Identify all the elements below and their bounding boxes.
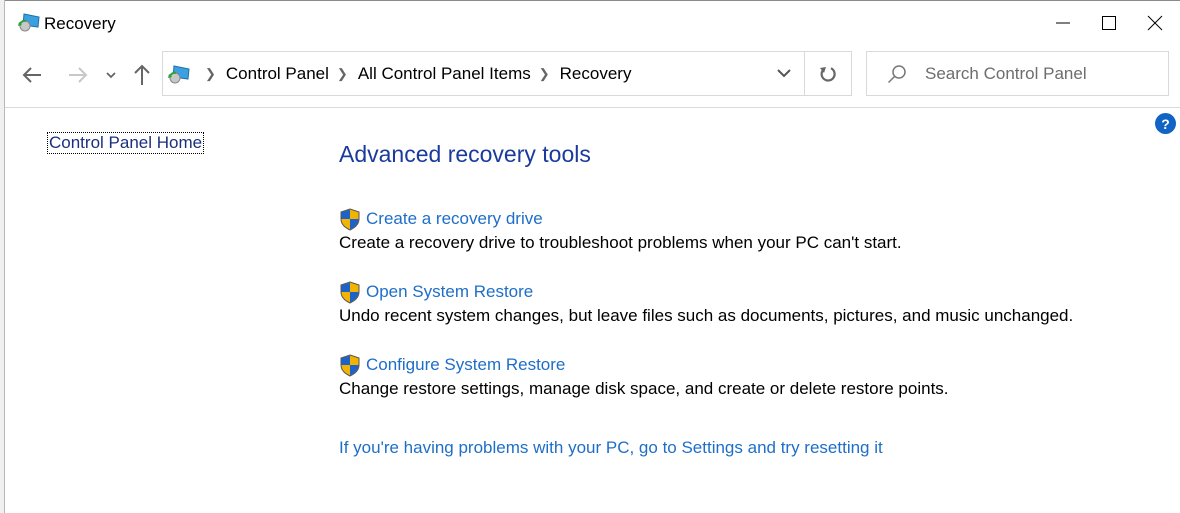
uac-shield-icon — [340, 353, 360, 377]
recovery-control-panel-icon — [18, 13, 40, 32]
breadcrumb-all-control-panel-items[interactable]: All Control Panel Items — [358, 64, 531, 84]
open-system-restore-link[interactable]: Open System Restore — [339, 280, 1073, 304]
window-title: Recovery — [44, 14, 116, 33]
breadcrumb-control-panel[interactable]: Control Panel — [226, 64, 329, 84]
navigation-bar: ❯ Control Panel ❯ All Control Panel Item… — [5, 45, 1180, 108]
refresh-button[interactable] — [804, 52, 851, 95]
task-link-label[interactable]: Configure System Restore — [366, 355, 565, 375]
address-history-button[interactable] — [764, 52, 804, 95]
breadcrumb-separator-icon[interactable]: ❯ — [205, 66, 216, 82]
task-description: Create a recovery drive to troubleshoot … — [339, 233, 902, 252]
breadcrumb-separator-icon[interactable]: ❯ — [539, 66, 550, 82]
task-link-label[interactable]: Create a recovery drive — [366, 209, 543, 229]
address-bar[interactable]: ❯ Control Panel ❯ All Control Panel Item… — [162, 51, 852, 96]
task-create-recovery-drive: Create a recovery drive Create a recover… — [339, 207, 902, 253]
help-button[interactable]: ? — [1155, 113, 1176, 134]
breadcrumb-separator-icon[interactable]: ❯ — [337, 66, 348, 82]
recovery-control-panel-icon — [168, 65, 190, 84]
chevron-down-icon — [777, 69, 791, 78]
search-box — [866, 51, 1169, 96]
forward-arrow-icon — [69, 67, 88, 83]
task-description: Undo recent system changes, but leave fi… — [339, 306, 1074, 325]
search-icon — [887, 65, 906, 84]
create-recovery-drive-link[interactable]: Create a recovery drive — [339, 207, 902, 231]
recovery-window: Recovery ❯ Control Panel ❯ All Control P… — [5, 0, 1180, 513]
configure-system-restore-link[interactable]: Configure System Restore — [339, 353, 949, 377]
search-input[interactable] — [925, 52, 1160, 95]
back-button[interactable] — [19, 62, 45, 88]
close-icon — [1147, 15, 1163, 31]
minimize-button[interactable] — [1040, 1, 1086, 45]
up-arrow-icon — [134, 64, 150, 85]
uac-shield-icon — [340, 280, 360, 304]
back-arrow-icon — [22, 67, 41, 83]
control-panel-home-link[interactable]: Control Panel Home — [47, 132, 205, 154]
breadcrumb-recovery[interactable]: Recovery — [560, 64, 632, 84]
refresh-icon — [820, 66, 836, 82]
reset-pc-settings-link[interactable]: If you're having problems with your PC, … — [339, 438, 883, 458]
task-configure-system-restore: Configure System Restore Change restore … — [339, 353, 949, 399]
page-heading: Advanced recovery tools — [339, 141, 591, 167]
task-link-label[interactable]: Open System Restore — [366, 282, 533, 302]
maximize-button[interactable] — [1086, 1, 1132, 45]
forward-button[interactable] — [65, 62, 91, 88]
close-button[interactable] — [1132, 1, 1178, 45]
maximize-icon — [1102, 16, 1116, 30]
chevron-down-icon — [106, 72, 116, 79]
up-button[interactable] — [129, 62, 155, 88]
breadcrumb: ❯ Control Panel ❯ All Control Panel Item… — [197, 52, 631, 95]
recent-locations-button[interactable] — [101, 62, 121, 88]
minimize-icon — [1056, 22, 1070, 24]
title-bar: Recovery — [5, 1, 1180, 45]
task-open-system-restore: Open System Restore Undo recent system c… — [339, 280, 1073, 326]
uac-shield-icon — [340, 207, 360, 231]
task-description: Change restore settings, manage disk spa… — [339, 379, 949, 398]
